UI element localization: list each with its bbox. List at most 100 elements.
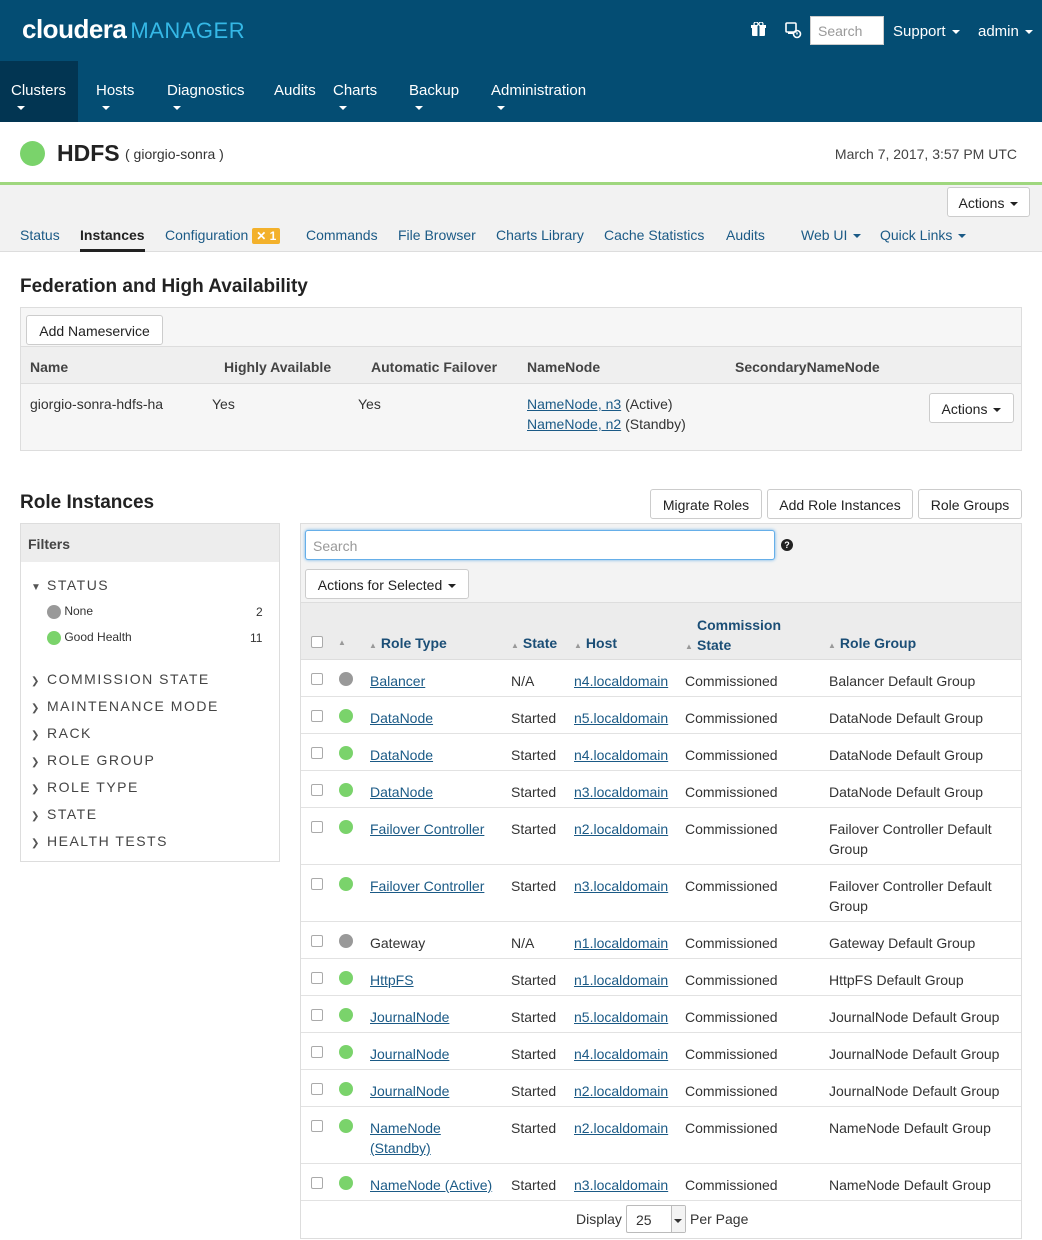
filter-status[interactable]: ▼ STATUS: [31, 577, 109, 593]
row-checkbox[interactable]: [311, 878, 323, 890]
table-row[interactable]: HttpFS Started n1.localdomain Commissioned H…: [301, 959, 1021, 996]
role-link[interactable]: DataNode: [370, 784, 433, 800]
per-page-select[interactable]: 25: [626, 1205, 686, 1233]
nav-charts[interactable]: Charts: [333, 61, 377, 122]
select-all-checkbox[interactable]: [311, 636, 323, 648]
row-checkbox[interactable]: [311, 1046, 323, 1058]
row-checkbox[interactable]: [311, 747, 323, 759]
global-search-input[interactable]: Search: [810, 16, 884, 45]
host-link[interactable]: n5.localdomain: [574, 1009, 668, 1025]
role-link[interactable]: JournalNode: [370, 1009, 449, 1025]
host-link[interactable]: n1.localdomain: [574, 935, 668, 951]
row-checkbox[interactable]: [311, 784, 323, 796]
tab-audits[interactable]: Audits: [726, 227, 765, 243]
table-row[interactable]: NameNode (Standby) Started n2.localdomain C…: [301, 1107, 1021, 1164]
tab-quick-links[interactable]: Quick Links: [880, 227, 967, 243]
nav-diagnostics[interactable]: Diagnostics: [167, 61, 245, 122]
row-checkbox[interactable]: [311, 1083, 323, 1095]
tab-commands[interactable]: Commands: [306, 227, 378, 243]
tab-file-browser[interactable]: File Browser: [398, 227, 476, 243]
filter-status-good-health[interactable]: Good Health: [47, 630, 132, 645]
row-checkbox[interactable]: [311, 972, 323, 984]
host-link[interactable]: n5.localdomain: [574, 710, 668, 726]
table-row[interactable]: Failover Controller Started n2.localdomain…: [301, 808, 1021, 865]
filter-maintenance-mode[interactable]: ❯ MAINTENANCE MODE: [31, 698, 219, 714]
migrate-roles-button[interactable]: Migrate Roles: [650, 489, 762, 519]
nav-backup[interactable]: Backup: [409, 61, 459, 122]
host-link[interactable]: n3.localdomain: [574, 784, 668, 800]
sort-status-icon[interactable]: ▲: [338, 638, 346, 647]
col-role-type[interactable]: ▲ Role Type: [369, 635, 447, 651]
host-link[interactable]: n4.localdomain: [574, 673, 668, 689]
col-highly-available[interactable]: Highly Available: [224, 359, 331, 375]
col-state[interactable]: ▲ State: [511, 635, 557, 651]
host-link[interactable]: n4.localdomain: [574, 1046, 668, 1062]
role-groups-button[interactable]: Role Groups: [918, 489, 1022, 519]
nameservice-actions-button[interactable]: Actions: [929, 393, 1014, 423]
row-checkbox[interactable]: [311, 821, 323, 833]
help-icon[interactable]: ?: [781, 539, 793, 551]
role-link[interactable]: Failover Controller: [370, 878, 484, 894]
row-checkbox[interactable]: [311, 1120, 323, 1132]
row-checkbox[interactable]: [311, 935, 323, 947]
table-row[interactable]: DataNode Started n4.localdomain Commissione…: [301, 734, 1021, 771]
nav-audits[interactable]: Audits: [274, 61, 316, 122]
row-checkbox[interactable]: [311, 1177, 323, 1189]
tab-instances[interactable]: Instances: [80, 227, 145, 252]
tab-web-ui[interactable]: Web UI: [801, 227, 862, 243]
filter-health-tests[interactable]: ❯ HEALTH TESTS: [31, 833, 168, 849]
col-commission-state[interactable]: ▲ Commission State: [685, 615, 781, 655]
role-link[interactable]: NameNode (Active): [370, 1177, 492, 1193]
row-checkbox[interactable]: [311, 1009, 323, 1021]
table-row[interactable]: JournalNode Started n4.localdomain Commissi…: [301, 1033, 1021, 1070]
host-link[interactable]: n2.localdomain: [574, 821, 668, 837]
host-link[interactable]: n3.localdomain: [574, 1177, 668, 1193]
filter-state[interactable]: ❯ STATE: [31, 806, 98, 822]
cluster-name[interactable]: ( giorgio-sonra ): [125, 146, 224, 162]
col-secondary-namenode[interactable]: SecondaryNameNode: [735, 359, 880, 375]
namenode-n3-link[interactable]: NameNode, n3: [527, 396, 621, 412]
role-link[interactable]: NameNode (Standby): [370, 1120, 441, 1156]
role-link[interactable]: Failover Controller: [370, 821, 484, 837]
table-row[interactable]: JournalNode Started n2.localdomain Commissi…: [301, 1070, 1021, 1107]
actions-for-selected-button[interactable]: Actions for Selected: [305, 569, 469, 599]
current-time[interactable]: March 7, 2017, 3:57 PM UTC: [835, 146, 1017, 162]
col-role-group[interactable]: ▲ Role Group: [828, 635, 916, 651]
service-actions-button[interactable]: Actions: [947, 187, 1030, 217]
add-role-instances-button[interactable]: Add Role Instances: [767, 489, 913, 519]
table-row[interactable]: NameNode (Active) Started n3.localdomain Co…: [301, 1164, 1021, 1201]
logo[interactable]: cloudera MANAGER: [22, 14, 245, 45]
role-link[interactable]: Balancer: [370, 673, 425, 689]
nav-administration[interactable]: Administration: [491, 61, 586, 122]
col-automatic-failover[interactable]: Automatic Failover: [371, 359, 497, 375]
filter-role-type[interactable]: ❯ ROLE TYPE: [31, 779, 139, 795]
role-search-input[interactable]: Search: [305, 530, 775, 560]
filter-role-group[interactable]: ❯ ROLE GROUP: [31, 752, 155, 768]
user-menu[interactable]: admin: [978, 23, 1033, 40]
nav-hosts[interactable]: Hosts: [96, 61, 134, 122]
col-host[interactable]: ▲ Host: [574, 635, 617, 651]
col-name[interactable]: Name: [30, 359, 68, 375]
table-row[interactable]: DataNode Started n3.localdomain Commissione…: [301, 771, 1021, 808]
filter-status-none[interactable]: None: [47, 604, 93, 619]
table-row[interactable]: DataNode Started n5.localdomain Commissione…: [301, 697, 1021, 734]
col-namenode[interactable]: NameNode: [527, 359, 600, 375]
role-link[interactable]: DataNode: [370, 710, 433, 726]
add-nameservice-button[interactable]: Add Nameservice: [26, 315, 163, 345]
filter-rack[interactable]: ❯ RACK: [31, 725, 92, 741]
role-link[interactable]: DataNode: [370, 747, 433, 763]
table-row[interactable]: Failover Controller Started n3.localdomain…: [301, 865, 1021, 922]
host-link[interactable]: n2.localdomain: [574, 1120, 668, 1136]
row-checkbox[interactable]: [311, 710, 323, 722]
table-row[interactable]: JournalNode Started n5.localdomain Commissi…: [301, 996, 1021, 1033]
host-link[interactable]: n4.localdomain: [574, 747, 668, 763]
filter-commission-state[interactable]: ❯ COMMISSION STATE: [31, 671, 210, 687]
table-row[interactable]: Balancer N/A n4.localdomain Commissioned Bal…: [301, 660, 1021, 697]
namenode-n2-link[interactable]: NameNode, n2: [527, 416, 621, 432]
role-link[interactable]: HttpFS: [370, 972, 414, 988]
role-link[interactable]: JournalNode: [370, 1083, 449, 1099]
host-link[interactable]: n2.localdomain: [574, 1083, 668, 1099]
running-commands-icon[interactable]: [784, 21, 802, 39]
table-row[interactable]: Gateway N/A n1.localdomain Commissioned Gate…: [301, 922, 1021, 959]
support-menu[interactable]: Support: [893, 23, 960, 40]
